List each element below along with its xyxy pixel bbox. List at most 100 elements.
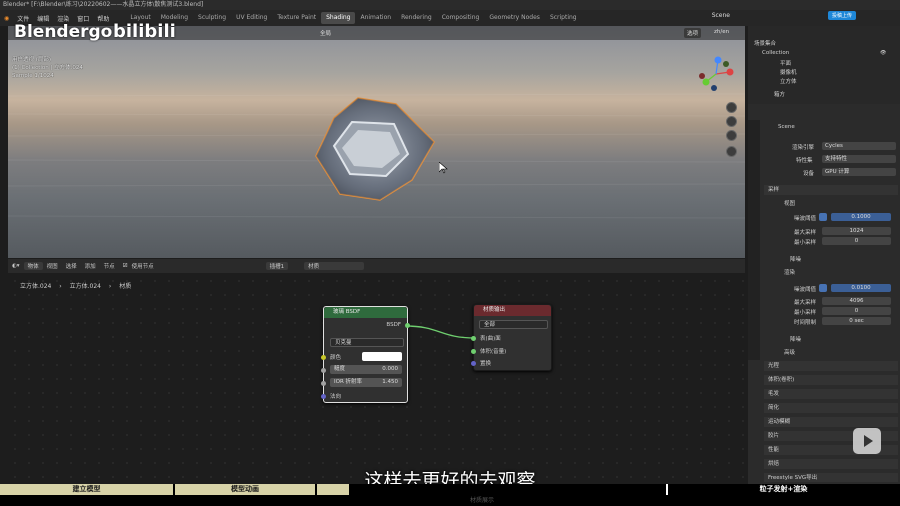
color-swatch[interactable] xyxy=(362,352,402,361)
node-link xyxy=(404,325,476,339)
progress-marker xyxy=(666,484,668,495)
r-denoise-toggle[interactable]: 降噪 xyxy=(790,335,801,343)
ior-value: 1.450 xyxy=(382,379,398,385)
options-button[interactable]: 选项 xyxy=(684,28,702,38)
roughness-socket[interactable] xyxy=(321,368,326,373)
breadcrumb: 立方体.024 › 立方体.024 › 材质 xyxy=(20,283,132,290)
scene-collection-label: 场景集合 xyxy=(754,41,777,47)
play-button[interactable] xyxy=(853,428,881,454)
slot-select[interactable]: 插槽1 xyxy=(265,262,289,270)
tab-animation[interactable]: Animation xyxy=(355,12,396,24)
pan-hand-icon[interactable] xyxy=(726,116,737,127)
tab-uv-editing[interactable]: UV Editing xyxy=(231,12,272,24)
bsdf-output-socket[interactable] xyxy=(405,323,410,328)
chapter-footer: 材质展示 xyxy=(0,495,900,506)
section-motion-blur[interactable]: 运动模糊 xyxy=(764,417,898,427)
displacement-socket[interactable] xyxy=(471,361,476,366)
subsection-advanced[interactable]: 高级 xyxy=(784,348,795,356)
use-nodes-checkbox[interactable]: ☑ xyxy=(119,263,132,269)
roughness-field[interactable]: 糙度 0.000 xyxy=(330,365,402,374)
navigation-gizmo[interactable] xyxy=(696,54,736,94)
transform-orientation[interactable]: 全局 xyxy=(320,29,331,37)
chapter-build-model[interactable]: 建立模型 xyxy=(0,484,175,495)
color-socket[interactable] xyxy=(321,355,326,360)
vp-noise-threshold-field[interactable]: 0.1000 xyxy=(831,213,891,221)
visibility-eye-icon[interactable]: 👁 xyxy=(880,50,886,56)
vp-min-samples-label: 最小采样 xyxy=(794,240,817,246)
section-light-paths[interactable]: 光程 xyxy=(764,361,898,371)
camera-view-icon[interactable] xyxy=(726,130,737,141)
object-mode-select[interactable]: 物体 xyxy=(23,262,43,270)
section-simplify[interactable]: 简化 xyxy=(764,403,898,413)
outliner-item-camera[interactable]: 摄像机 xyxy=(780,68,797,76)
vp-max-samples-field[interactable]: 1024 xyxy=(822,227,891,235)
menu-view[interactable]: 视图 xyxy=(43,262,62,270)
r-max-samples-field[interactable]: 4096 xyxy=(822,297,891,305)
r-noise-checkbox[interactable] xyxy=(819,284,827,292)
device-label: 设备 xyxy=(803,171,815,177)
scene-selector[interactable]: Scene xyxy=(712,12,730,19)
time-limit-field[interactable]: 0 sec xyxy=(822,317,891,325)
roughness-label: 糙度 xyxy=(334,366,346,372)
tab-sculpting[interactable]: Sculpting xyxy=(193,12,231,24)
normal-socket[interactable] xyxy=(321,394,326,399)
editor-type-icon[interactable]: ◐▾ xyxy=(8,263,24,269)
tab-scripting[interactable]: Scripting xyxy=(545,12,582,24)
menu-select[interactable]: 选择 xyxy=(62,262,81,270)
chapter-segment-3[interactable] xyxy=(317,484,351,495)
section-volumes[interactable]: 体积(卷积) xyxy=(764,375,898,385)
tab-geometry-nodes[interactable]: Geometry Nodes xyxy=(484,12,545,24)
perspective-grid-icon[interactable] xyxy=(726,146,737,157)
outliner-item-collection[interactable]: Collection xyxy=(762,50,789,56)
volume-socket[interactable] xyxy=(471,349,476,354)
surface-socket[interactable] xyxy=(471,336,476,341)
tab-texture-paint[interactable]: Texture Paint xyxy=(272,12,321,24)
r-min-samples-label: 最小采样 xyxy=(794,310,817,316)
blender-logo-icon[interactable]: ◉ xyxy=(0,15,13,22)
ior-socket[interactable] xyxy=(321,381,326,386)
crystal-cube-object[interactable] xyxy=(312,94,438,206)
use-nodes-label: 使用节点 xyxy=(131,264,154,270)
output-node-title[interactable]: 材质输出 xyxy=(474,305,551,316)
distribution-dropdown[interactable]: 贝克曼 xyxy=(330,338,404,347)
upload-button[interactable]: 投稿上传 xyxy=(827,11,856,20)
view-mode-text: 用户透视 (局部) xyxy=(12,57,52,63)
feature-set-select[interactable]: 支持特性 xyxy=(822,155,896,163)
render-engine-select[interactable]: Cycles xyxy=(822,142,896,150)
chapter-particles-render[interactable]: 粒子发射+渲染 xyxy=(669,484,900,495)
outliner-item-cube[interactable]: 立方体 xyxy=(780,77,797,85)
vp-noise-checkbox[interactable] xyxy=(819,213,827,221)
outliner-panel: 场景集合 Collection 平面 摄像机 立方体 箱方 👁 xyxy=(748,26,900,104)
glass-bsdf-node[interactable]: 玻璃 BSDF BSDF 贝克曼 颜色 糙度 0.000 IOR 折射率 1.4… xyxy=(321,306,410,403)
material-select[interactable]: 材质 xyxy=(304,262,365,270)
ior-field[interactable]: IOR 折射率 1.450 xyxy=(330,378,402,387)
tab-shading[interactable]: Shading xyxy=(321,12,356,24)
language-toggle[interactable]: zh/en xyxy=(714,29,729,35)
target-dropdown[interactable]: 全部 xyxy=(479,320,548,329)
outliner-item-box[interactable]: 箱方 xyxy=(774,90,785,98)
vp-denoise-toggle[interactable]: 降噪 xyxy=(790,255,801,263)
subsection-render[interactable]: 渲染 xyxy=(784,268,795,276)
breadcrumb-material[interactable]: 材质 xyxy=(119,283,131,290)
section-sampling[interactable]: 采样 xyxy=(764,185,898,195)
r-min-samples-field[interactable]: 0 xyxy=(822,307,891,315)
breadcrumb-mesh[interactable]: 立方体.024 xyxy=(70,283,101,290)
outliner-item-plane[interactable]: 平面 xyxy=(780,59,791,67)
vp-min-samples-field[interactable]: 0 xyxy=(822,237,891,245)
breadcrumb-object[interactable]: 立方体.024 xyxy=(20,283,51,290)
section-hair[interactable]: 毛发 xyxy=(764,389,898,399)
material-output-node[interactable]: 材质输出 全部 表(曲)面 体积(音量) 置换 xyxy=(471,304,552,371)
subsection-viewport[interactable]: 视图 xyxy=(784,199,795,207)
glass-node-title[interactable]: 玻璃 BSDF xyxy=(324,307,407,318)
roughness-value: 0.000 xyxy=(382,366,398,372)
menu-add[interactable]: 添加 xyxy=(81,262,100,270)
zoom-icon[interactable] xyxy=(726,102,737,113)
tab-rendering[interactable]: Rendering xyxy=(396,12,437,24)
menu-node[interactable]: 节点 xyxy=(100,262,119,270)
chapter-segment-4[interactable] xyxy=(351,484,669,495)
tab-compositing[interactable]: Compositing xyxy=(437,12,485,24)
device-select[interactable]: GPU 计算 xyxy=(822,168,896,176)
chapter-model-animation[interactable]: 模型动画 xyxy=(175,484,317,495)
r-noise-threshold-field[interactable]: 0.0100 xyxy=(831,284,891,292)
properties-tabs[interactable] xyxy=(748,120,760,360)
